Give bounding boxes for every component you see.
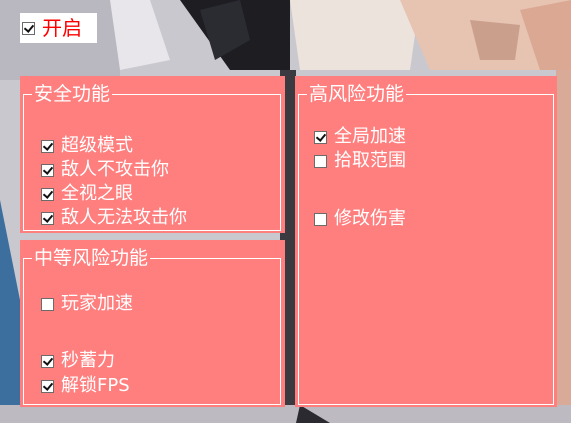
super-mode-checkbox[interactable] — [41, 139, 54, 153]
enemy-cannot-attack-label: 敌人无法攻击你 — [61, 207, 187, 228]
global-speed-checkbox[interactable] — [314, 130, 327, 144]
master-checkbox[interactable] — [22, 21, 35, 35]
high-risk-title: 高风险功能 — [307, 83, 407, 105]
medium-risk-panel: 中等风险功能 玩家加速 秒蓄力 解锁FPS — [20, 240, 285, 407]
safe-features-group: 安全功能 超级模式 敌人不攻击你 全视之眼 敌人无法攻击你 — [23, 83, 281, 231]
option-all-seeing-eye[interactable]: 全视之眼 — [41, 183, 133, 205]
modify-damage-label: 修改伤害 — [334, 208, 406, 229]
pickup-range-label: 拾取范围 — [334, 150, 406, 171]
high-risk-group: 高风险功能 全局加速 拾取范围 修改伤害 — [298, 83, 554, 405]
unlock-fps-label: 解锁FPS — [61, 375, 130, 396]
pickup-range-checkbox[interactable] — [314, 154, 327, 168]
instant-charge-checkbox[interactable] — [41, 354, 54, 368]
option-pickup-range[interactable]: 拾取范围 — [314, 150, 406, 172]
master-toggle[interactable]: 开启 — [20, 13, 97, 43]
option-player-speed[interactable]: 玩家加速 — [41, 293, 133, 315]
enemy-cannot-attack-checkbox[interactable] — [41, 211, 54, 225]
option-super-mode[interactable]: 超级模式 — [41, 135, 133, 157]
all-seeing-eye-label: 全视之眼 — [61, 183, 133, 204]
high-risk-panel: 高风险功能 全局加速 拾取范围 修改伤害 — [295, 76, 557, 407]
option-enemy-no-attack[interactable]: 敌人不攻击你 — [41, 159, 169, 181]
player-speed-label: 玩家加速 — [61, 293, 133, 314]
player-speed-checkbox[interactable] — [41, 297, 54, 311]
option-unlock-fps[interactable]: 解锁FPS — [41, 375, 130, 397]
enemy-no-attack-checkbox[interactable] — [41, 163, 54, 177]
option-global-speed[interactable]: 全局加速 — [314, 126, 406, 148]
option-instant-charge[interactable]: 秒蓄力 — [41, 350, 115, 372]
medium-risk-group: 中等风险功能 玩家加速 秒蓄力 解锁FPS — [23, 247, 281, 405]
unlock-fps-checkbox[interactable] — [41, 379, 54, 393]
safe-features-panel: 安全功能 超级模式 敌人不攻击你 全视之眼 敌人无法攻击你 — [20, 76, 285, 233]
medium-risk-title: 中等风险功能 — [32, 247, 151, 269]
instant-charge-label: 秒蓄力 — [61, 350, 115, 371]
option-enemy-cannot-attack[interactable]: 敌人无法攻击你 — [41, 207, 187, 229]
modify-damage-checkbox[interactable] — [314, 212, 327, 226]
super-mode-label: 超级模式 — [61, 135, 133, 156]
global-speed-label: 全局加速 — [334, 126, 406, 147]
enemy-no-attack-label: 敌人不攻击你 — [61, 159, 169, 180]
option-modify-damage[interactable]: 修改伤害 — [314, 208, 406, 230]
master-toggle-label: 开启 — [42, 16, 82, 40]
safe-features-title: 安全功能 — [32, 83, 113, 105]
all-seeing-eye-checkbox[interactable] — [41, 187, 54, 201]
